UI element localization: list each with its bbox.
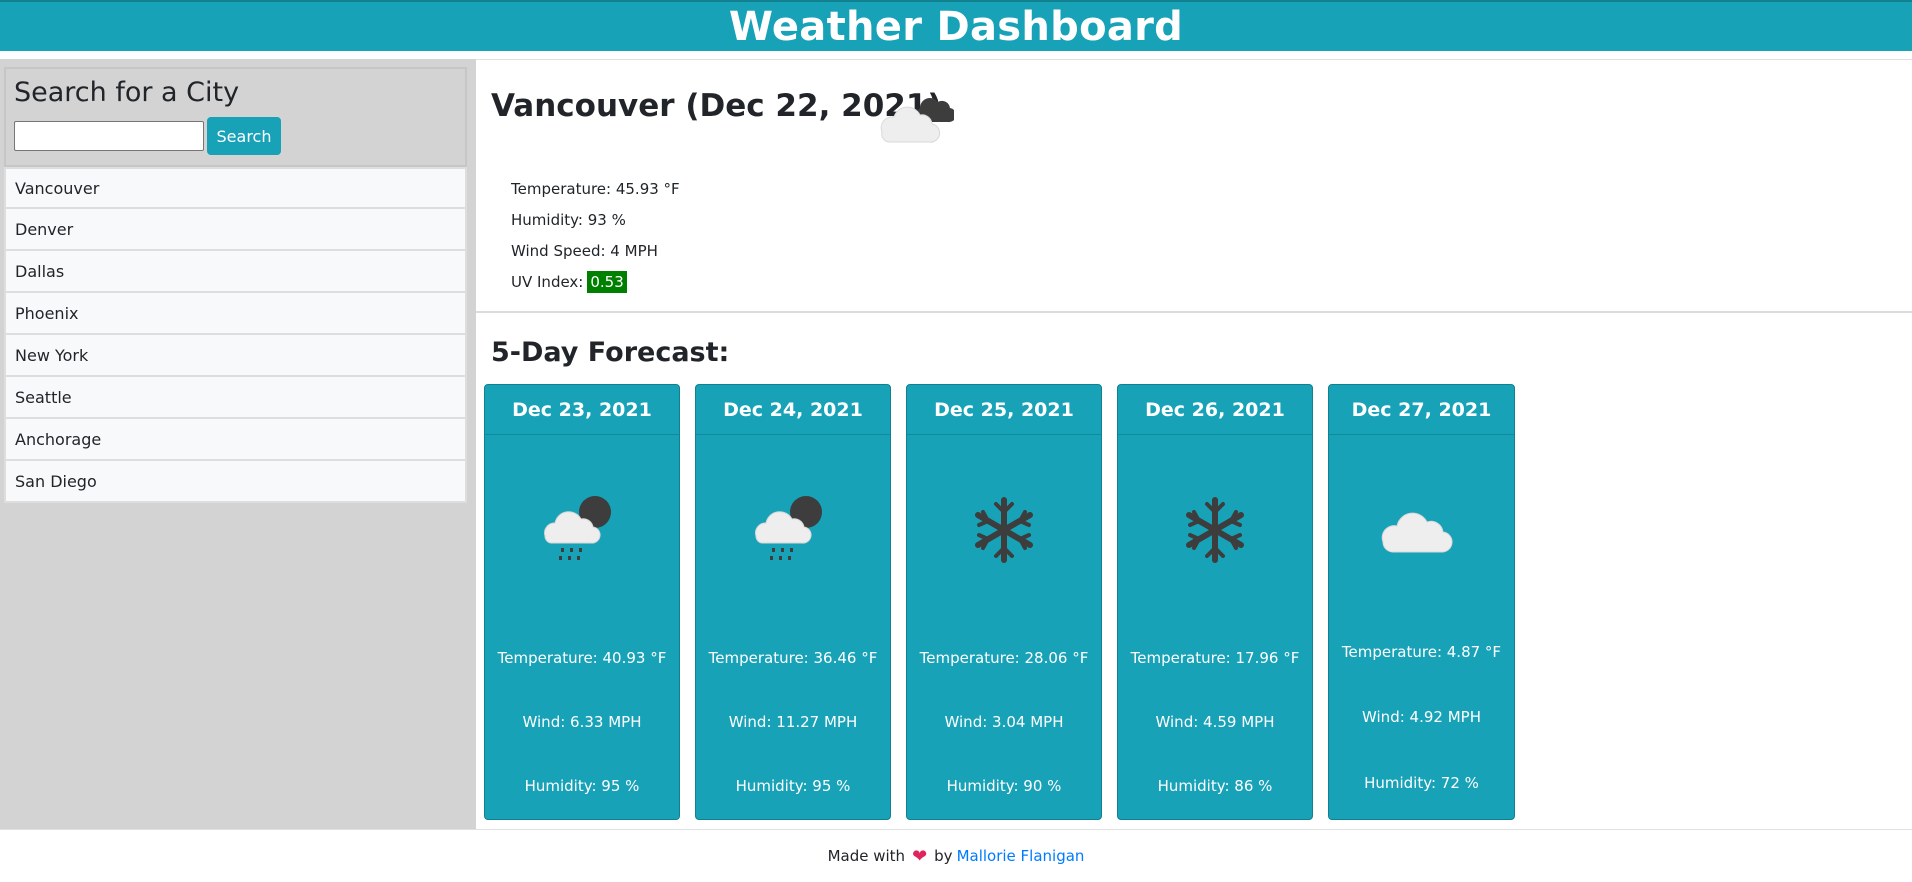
forecast-wind: Wind: 4.59 MPH [1155,713,1275,731]
forecast-humidity: Humidity: 95 % [524,777,640,795]
city-history-item[interactable]: New York [4,335,467,377]
main-content: Vancouver (Dec 22, 2021) Temperature: 45… [476,59,1912,829]
uv-badge: 0.53 [587,270,627,293]
search-title: Search for a City [14,77,240,108]
current-wind: Wind Speed: 4 MPH [511,241,658,260]
forecast-card: Dec 26, 2021 Temperature: 17.96 °F Wind:… [1117,384,1313,820]
forecast-temperature: Temperature: 40.93 °F [497,649,667,667]
city-history-item[interactable]: Denver [4,209,467,251]
forecast-date: Dec 27, 2021 [1329,385,1514,435]
forecast-temperature: Temperature: 17.96 °F [1130,649,1300,667]
forecast-card: Dec 24, 2021 Temperature: 36.46 °F Wind:… [695,384,891,820]
page-footer: Made with ❤ by Mallorie Flanigan [0,829,1912,882]
forecast-humidity: Humidity: 95 % [735,777,851,795]
city-history-item[interactable]: San Diego [4,461,467,503]
forecast-date: Dec 25, 2021 [907,385,1101,435]
search-panel: Search for a City Search [4,67,467,167]
city-history-item[interactable]: Vancouver [4,167,467,209]
forecast-temperature: Temperature: 28.06 °F [919,649,1089,667]
heart-icon: ❤ [912,845,928,867]
city-history-item[interactable]: Anchorage [4,419,467,461]
footer-made-with: Made with [827,847,906,865]
forecast-wind: Wind: 3.04 MPH [944,713,1064,731]
city-history-item[interactable]: Seattle [4,377,467,419]
forecast-humidity: Humidity: 86 % [1157,777,1273,795]
current-temperature: Temperature: 45.93 °F [511,179,680,198]
cloud-icon [1381,512,1452,553]
rain-showers-icon [544,496,611,560]
app-header: Weather Dashboard [0,0,1912,51]
search-button[interactable]: Search [207,117,281,155]
uv-label: UV Index: [511,272,584,291]
forecast-title: 5-Day Forecast: [491,337,730,368]
forecast-wind: Wind: 11.27 MPH [728,713,858,731]
forecast-date: Dec 26, 2021 [1118,385,1312,435]
city-search-input[interactable] [14,121,204,151]
forecast-card: Dec 23, 2021 Temperature: 40.93 °F Wind:… [484,384,680,820]
forecast-wind: Wind: 6.33 MPH [522,713,642,731]
snowflake-icon [975,497,1033,563]
city-history-item[interactable]: Phoenix [4,293,467,335]
forecast-temperature: Temperature: 4.87 °F [1341,643,1502,661]
current-city-title: Vancouver (Dec 22, 2021) [491,88,942,124]
forecast-card: Dec 27, 2021 Temperature: 4.87 °F Wind: … [1328,384,1515,820]
forecast-card: Dec 25, 2021 Temperature: 28.06 °F Wind:… [906,384,1102,820]
rain-showers-icon [755,496,822,560]
forecast-date: Dec 24, 2021 [696,385,890,435]
cloudy-icon [880,98,954,143]
current-uv: UV Index: 0.53 [511,266,680,297]
forecast-wind: Wind: 4.92 MPH [1362,708,1481,726]
author-link[interactable]: Mallorie Flanigan [957,847,1085,865]
current-humidity: Humidity: 93 % [511,210,626,229]
snowflake-icon [1186,497,1244,563]
forecast-temperature: Temperature: 36.46 °F [708,649,878,667]
sidebar: Search for a City Search Vancouver Denve… [0,59,476,829]
forecast-humidity: Humidity: 90 % [946,777,1062,795]
forecast-date: Dec 23, 2021 [485,385,679,435]
city-history-item[interactable]: Dallas [4,251,467,293]
current-weather: Vancouver (Dec 22, 2021) Temperature: 45… [476,59,1912,313]
forecast-humidity: Humidity: 72 % [1364,774,1479,792]
footer-by: by [934,847,953,865]
current-stats: Temperature: 45.93 °F Humidity: 93 % Win… [511,173,680,297]
city-history-list: Vancouver Denver Dallas Phoenix New York… [4,167,467,503]
page-title: Weather Dashboard [728,3,1184,50]
